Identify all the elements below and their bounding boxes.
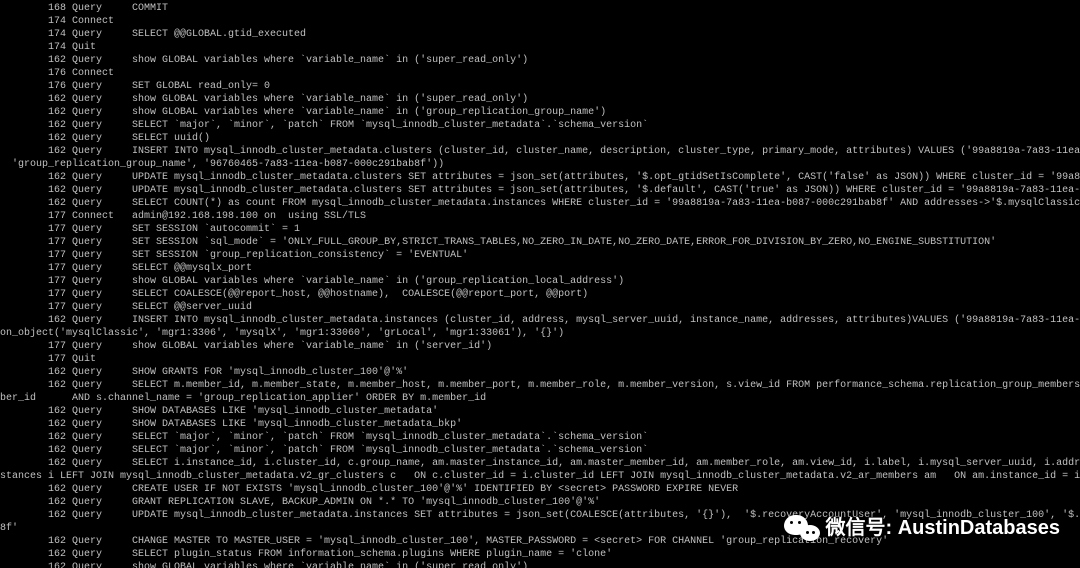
log-line: 162 Query SELECT `major`, `minor`, `patc… <box>0 444 1080 457</box>
log-line: 162 Query UPDATE mysql_innodb_cluster_me… <box>0 171 1080 184</box>
log-line: 177 Query show GLOBAL variables where `v… <box>0 275 1080 288</box>
log-line: 174 Query SELECT @@GLOBAL.gtid_executed <box>0 28 1080 41</box>
log-line: 174 Quit <box>0 41 1080 54</box>
watermark: 微信号: AustinDatabases <box>784 513 1061 543</box>
log-line: on_object('mysqlClassic', 'mgr1:3306', '… <box>0 327 1080 340</box>
log-line: 174 Connect <box>0 15 1080 28</box>
log-line: 168 Query COMMIT <box>0 2 1080 15</box>
log-line: 162 Query SHOW DATABASES LIKE 'mysql_inn… <box>0 418 1080 431</box>
log-line: 162 Query show GLOBAL variables where `v… <box>0 106 1080 119</box>
log-line: stances i LEFT JOIN mysql_innodb_cluster… <box>0 470 1080 483</box>
log-line: 162 Query INSERT INTO mysql_innodb_clust… <box>0 314 1080 327</box>
log-line: 162 Query SELECT m.member_id, m.member_s… <box>0 379 1080 392</box>
log-line: 162 Query GRANT REPLICATION SLAVE, BACKU… <box>0 496 1080 509</box>
log-line: 177 Connect admin@192.168.198.100 on usi… <box>0 210 1080 223</box>
log-line: 177 Query SET SESSION `autocommit` = 1 <box>0 223 1080 236</box>
log-line: 162 Query SELECT plugin_status FROM info… <box>0 548 1080 561</box>
watermark-text: 微信号: AustinDatabases <box>826 522 1061 535</box>
log-line: ber_id AND s.channel_name = 'group_repli… <box>0 392 1080 405</box>
log-line: 162 Query show GLOBAL variables where `v… <box>0 561 1080 568</box>
log-line: 162 Query INSERT INTO mysql_innodb_clust… <box>0 145 1080 158</box>
log-line: 162 Query SELECT COUNT(*) as count FROM … <box>0 197 1080 210</box>
log-line: 162 Query show GLOBAL variables where `v… <box>0 54 1080 67</box>
log-line: 177 Query SELECT @@mysqlx_port <box>0 262 1080 275</box>
log-line: 162 Query CREATE USER IF NOT EXISTS 'mys… <box>0 483 1080 496</box>
log-line: 177 Query show GLOBAL variables where `v… <box>0 340 1080 353</box>
log-line: 162 Query SHOW GRANTS FOR 'mysql_innodb_… <box>0 366 1080 379</box>
mysql-general-log: 168 Query COMMIT 174 Connect 174 Query S… <box>0 0 1080 568</box>
log-line: 162 Query SELECT i.instance_id, i.cluste… <box>0 457 1080 470</box>
log-line: 'group_replication_group_name', '9676046… <box>0 158 1080 171</box>
log-line: 162 Query show GLOBAL variables where `v… <box>0 93 1080 106</box>
log-line: 177 Quit <box>0 353 1080 366</box>
log-line: 162 Query SHOW DATABASES LIKE 'mysql_inn… <box>0 405 1080 418</box>
log-line: 177 Query SELECT COALESCE(@@report_host,… <box>0 288 1080 301</box>
log-line: 162 Query SELECT `major`, `minor`, `patc… <box>0 119 1080 132</box>
log-line: 162 Query SELECT uuid() <box>0 132 1080 145</box>
log-line: 177 Query SELECT @@server_uuid <box>0 301 1080 314</box>
log-line: 177 Query SET SESSION `sql_mode` = 'ONLY… <box>0 236 1080 249</box>
log-line: 176 Query SET GLOBAL read_only= 0 <box>0 80 1080 93</box>
log-line: 176 Connect <box>0 67 1080 80</box>
wechat-icon <box>784 513 820 543</box>
log-line: 162 Query SELECT `major`, `minor`, `patc… <box>0 431 1080 444</box>
log-line: 162 Query UPDATE mysql_innodb_cluster_me… <box>0 184 1080 197</box>
log-line: 177 Query SET SESSION `group_replication… <box>0 249 1080 262</box>
